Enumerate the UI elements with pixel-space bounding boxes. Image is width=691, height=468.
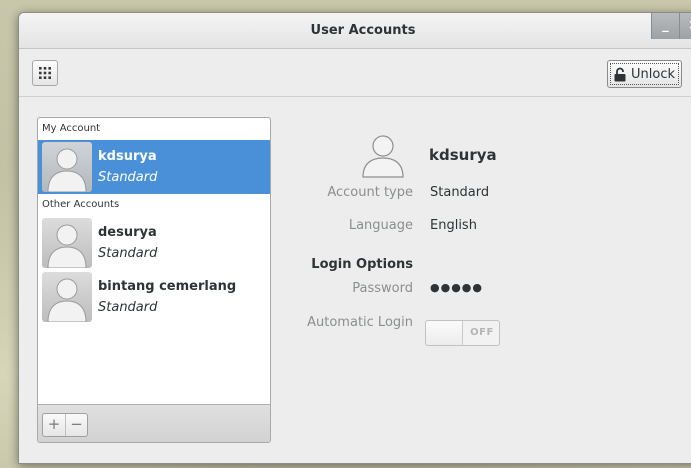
window-title: User Accounts xyxy=(310,23,416,38)
login-options-heading: Login Options xyxy=(311,257,413,272)
user-fullname[interactable]: kdsurya xyxy=(429,146,497,164)
switch-knob[interactable] xyxy=(426,321,463,345)
automatic-login-label: Automatic Login xyxy=(307,315,413,330)
padlock-icon xyxy=(614,67,626,81)
user-avatar-icon xyxy=(47,224,87,268)
user-avatar-icon xyxy=(47,278,87,322)
language-value[interactable]: English xyxy=(430,218,477,233)
language-label: Language xyxy=(348,218,413,233)
remove-user-button[interactable]: − xyxy=(65,414,87,436)
password-label: Password xyxy=(352,281,413,296)
avatar xyxy=(42,218,92,268)
account-type: Standard xyxy=(98,246,158,261)
avatar xyxy=(42,272,92,322)
titlebar[interactable]: User Accounts _ × xyxy=(19,13,691,49)
window-controls: _ × xyxy=(651,13,691,39)
list-toolbar: + − xyxy=(38,404,270,442)
account-name: desurya xyxy=(98,225,157,240)
show-apps-button[interactable] xyxy=(32,60,58,86)
user-accounts-window: User Accounts _ × Unlock My Account xyxy=(18,12,691,464)
account-type: Standard xyxy=(98,300,158,315)
account-type-value[interactable]: Standard xyxy=(430,185,489,200)
account-name: kdsurya xyxy=(98,149,157,164)
minimize-button[interactable]: _ xyxy=(651,13,679,39)
unlock-button[interactable]: Unlock xyxy=(607,60,682,88)
account-list: My Account kdsurya Standard Other Accoun… xyxy=(37,117,271,443)
grid-icon xyxy=(39,67,51,79)
avatar xyxy=(42,142,92,192)
unlock-label: Unlock xyxy=(631,66,675,82)
password-value[interactable]: ●●●●● xyxy=(430,281,483,294)
user-avatar-large-icon[interactable] xyxy=(359,131,407,179)
close-button[interactable]: × xyxy=(679,13,691,39)
account-name: bintang cemerlang xyxy=(98,279,237,294)
switch-state: OFF xyxy=(470,327,494,338)
account-type: Standard xyxy=(98,170,158,185)
account-type-label: Account type xyxy=(327,185,413,200)
user-avatar-icon xyxy=(47,148,87,192)
my-account-header: My Account xyxy=(42,123,101,134)
automatic-login-switch[interactable]: OFF xyxy=(425,320,500,346)
toolbar: Unlock xyxy=(19,49,691,97)
add-remove-group: + − xyxy=(42,413,88,437)
add-user-button[interactable]: + xyxy=(43,414,65,436)
